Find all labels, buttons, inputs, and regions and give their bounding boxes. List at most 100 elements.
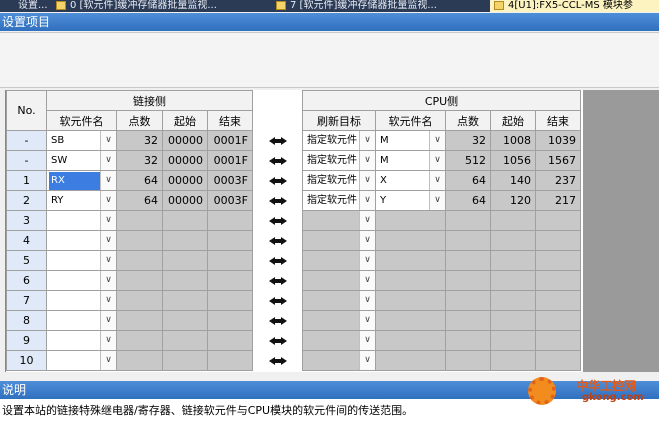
tab-3-active[interactable]: 4[U1]:FX5-CCL-MS 模块参 [490, 0, 659, 12]
refresh-target-select[interactable]: ∨ [302, 330, 376, 351]
chevron-down-icon[interactable]: ∨ [100, 131, 116, 150]
tab-1[interactable]: 0 [软元件]缓冲存储器批量监视... [52, 0, 248, 12]
grid-body: - SB ∨ 32 00000 0001F 指定软元件 ∨ M ∨ 32 1008 1039- SW ∨ 32… [6, 130, 581, 371]
refresh-target-select[interactable]: ∨ [302, 230, 376, 251]
col-header-cpu-points: 点数 [445, 110, 491, 131]
link-points [116, 310, 163, 331]
cpu-points [445, 290, 491, 311]
document-icon [56, 1, 66, 10]
chevron-down-icon[interactable]: ∨ [359, 231, 375, 250]
refresh-target-select[interactable]: ∨ [302, 210, 376, 231]
link-end [207, 230, 253, 251]
chevron-down-icon[interactable]: ∨ [100, 351, 116, 370]
cpu-points [445, 330, 491, 351]
link-device-select[interactable]: SB ∨ [46, 130, 117, 151]
refresh-target-select[interactable]: ∨ [302, 270, 376, 291]
refresh-target-select[interactable]: 指定软元件 ∨ [302, 130, 376, 151]
chevron-down-icon[interactable]: ∨ [100, 271, 116, 290]
table-row: 7 ∨ ∨ [6, 290, 581, 311]
chevron-down-icon[interactable]: ∨ [100, 231, 116, 250]
chevron-down-icon[interactable]: ∨ [359, 151, 375, 170]
settings-toolbar-area [0, 32, 659, 88]
chevron-down-icon[interactable]: ∨ [359, 271, 375, 290]
col-header-refresh-target: 刷新目标 [302, 110, 376, 131]
bidirectional-arrow-icon [268, 275, 287, 287]
refresh-settings-table: No. 链接侧 CPU侧 软元件名 点数 起始 结束 刷新目标 软元件名 点数 … [6, 90, 581, 371]
chevron-down-icon[interactable]: ∨ [429, 131, 445, 150]
cpu-device [375, 210, 446, 231]
link-device-select[interactable]: RX ∨ [46, 170, 117, 191]
chevron-down-icon[interactable]: ∨ [429, 151, 445, 170]
chevron-down-icon[interactable]: ∨ [100, 291, 116, 310]
table-row: 1 RX ∨ 64 00000 0003F 指定软元件 ∨ X ∨ 64 140 237 [6, 170, 581, 191]
chevron-down-icon[interactable]: ∨ [100, 151, 116, 170]
link-end [207, 290, 253, 311]
cpu-device-select[interactable]: X ∨ [375, 170, 446, 191]
col-header-cpu-start: 起始 [490, 110, 536, 131]
cpu-points [445, 350, 491, 371]
refresh-target-select[interactable]: ∨ [302, 310, 376, 331]
chevron-down-icon[interactable]: ∨ [359, 191, 375, 210]
link-points: 64 [116, 190, 163, 211]
link-start: 00000 [162, 130, 208, 151]
tab-0[interactable]: 设置... [0, 0, 50, 12]
chevron-down-icon[interactable]: ∨ [100, 311, 116, 330]
cpu-device [375, 330, 446, 351]
transfer-direction [252, 270, 303, 291]
refresh-target-select[interactable]: 指定软元件 ∨ [302, 150, 376, 171]
col-header-cpu-device: 软元件名 [375, 110, 446, 131]
link-device-select[interactable]: ∨ [46, 310, 117, 331]
refresh-target-select[interactable]: 指定软元件 ∨ [302, 170, 376, 191]
chevron-down-icon[interactable]: ∨ [359, 131, 375, 150]
link-device-select[interactable]: ∨ [46, 350, 117, 371]
tab-label: 4[U1]:FX5-CCL-MS 模块参 [508, 0, 633, 11]
link-device-select[interactable]: SW ∨ [46, 150, 117, 171]
tab-label: 设置... [18, 0, 48, 11]
chevron-down-icon[interactable]: ∨ [359, 211, 375, 230]
chevron-down-icon[interactable]: ∨ [100, 191, 116, 210]
cpu-device-select[interactable]: M ∨ [375, 130, 446, 151]
cpu-end [535, 290, 581, 311]
cpu-device [375, 270, 446, 291]
transfer-direction [252, 250, 303, 271]
row-number: 9 [6, 330, 47, 351]
link-points [116, 330, 163, 351]
chevron-down-icon[interactable]: ∨ [100, 211, 116, 230]
bidirectional-arrow-icon [268, 355, 287, 367]
refresh-target-select[interactable]: 指定软元件 ∨ [302, 190, 376, 211]
chevron-down-icon[interactable]: ∨ [359, 251, 375, 270]
row-number: 6 [6, 270, 47, 291]
link-start: 00000 [162, 170, 208, 191]
chevron-down-icon[interactable]: ∨ [100, 171, 116, 190]
link-device-select[interactable]: ∨ [46, 330, 117, 351]
link-device-select[interactable]: ∨ [46, 210, 117, 231]
cpu-start [490, 350, 536, 371]
chevron-down-icon[interactable]: ∨ [359, 351, 375, 370]
chevron-down-icon[interactable]: ∨ [429, 171, 445, 190]
refresh-target-select[interactable]: ∨ [302, 250, 376, 271]
chevron-down-icon[interactable]: ∨ [359, 311, 375, 330]
chevron-down-icon[interactable]: ∨ [100, 251, 116, 270]
refresh-target-select[interactable]: ∨ [302, 350, 376, 371]
transfer-direction [252, 330, 303, 351]
chevron-down-icon[interactable]: ∨ [359, 331, 375, 350]
link-device-select[interactable]: RY ∨ [46, 190, 117, 211]
link-device-select[interactable]: ∨ [46, 250, 117, 271]
col-header-cpu-end: 结束 [535, 110, 581, 131]
bidirectional-arrow-icon [268, 255, 287, 267]
cpu-device-select[interactable]: M ∨ [375, 150, 446, 171]
link-device-select[interactable]: ∨ [46, 290, 117, 311]
cpu-points [445, 310, 491, 331]
cpu-device-select[interactable]: Y ∨ [375, 190, 446, 211]
link-start [162, 270, 208, 291]
refresh-target-select[interactable]: ∨ [302, 290, 376, 311]
chevron-down-icon[interactable]: ∨ [359, 291, 375, 310]
chevron-down-icon[interactable]: ∨ [100, 331, 116, 350]
link-device-select[interactable]: ∨ [46, 230, 117, 251]
link-end: 0001F [207, 130, 253, 151]
table-row: 4 ∨ ∨ [6, 230, 581, 251]
link-device-select[interactable]: ∨ [46, 270, 117, 291]
chevron-down-icon[interactable]: ∨ [429, 191, 445, 210]
chevron-down-icon[interactable]: ∨ [359, 171, 375, 190]
tab-2[interactable]: 7 [软元件]缓冲存储器批量监视... [272, 0, 468, 12]
